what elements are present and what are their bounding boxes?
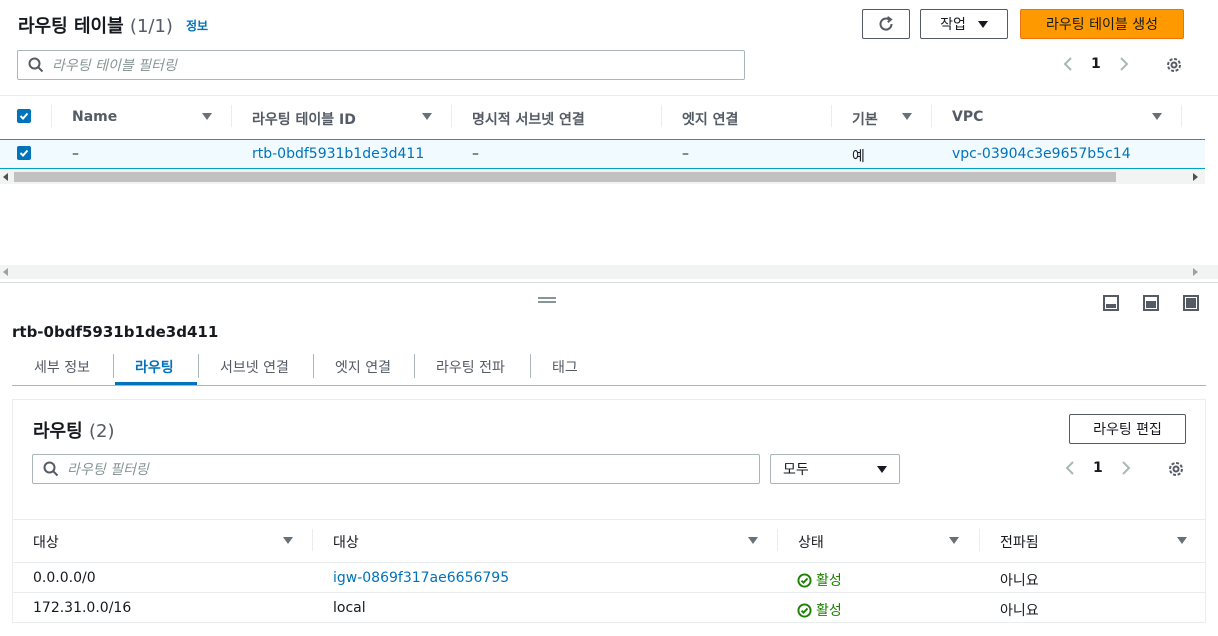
check-circle-icon — [797, 602, 812, 618]
column-header-subnet-associations[interactable]: 명시적 서브넷 연결 — [472, 109, 585, 129]
route-table-id-link[interactable]: rtb-0bdf5931b1de3d411 — [252, 146, 424, 162]
cell-destination: 0.0.0.0/0 — [33, 570, 96, 586]
column-header-edge-associations[interactable]: 엣지 연결 — [682, 109, 738, 129]
sort-icon[interactable] — [422, 113, 432, 120]
selection-count: (1/1) — [129, 16, 173, 37]
resize-handle-icon[interactable] — [538, 297, 556, 303]
column-header-target[interactable]: 대상 — [333, 532, 359, 552]
page-number[interactable]: 1 — [1091, 56, 1101, 72]
sort-icon[interactable] — [283, 537, 293, 544]
check-icon — [19, 149, 29, 157]
settings-gear-icon[interactable] — [1165, 56, 1183, 74]
column-header-propagated[interactable]: 전파됨 — [1000, 532, 1039, 552]
status-text: 활성 — [816, 603, 842, 619]
igw-link[interactable]: igw-0869f317ae6656795 — [333, 570, 509, 586]
tab-route-propagation[interactable]: 라우팅 전파 — [436, 357, 505, 377]
routes-count: (2) — [88, 421, 115, 442]
column-header-vpc[interactable]: VPC — [952, 109, 983, 125]
sort-icon[interactable] — [949, 537, 959, 544]
tab-subnet-associations[interactable]: 서브넷 연결 — [220, 357, 289, 377]
actions-button[interactable]: 작업 — [920, 9, 1008, 39]
sort-icon[interactable] — [1152, 113, 1162, 120]
route-table-filter[interactable]: 라우팅 테이블 필터링 — [17, 50, 745, 80]
page-title-text: 라우팅 테이블 — [18, 16, 124, 37]
caret-down-icon — [977, 20, 988, 28]
pagination: 1 — [1063, 56, 1129, 72]
refresh-button[interactable] — [862, 9, 910, 39]
sort-icon[interactable] — [1177, 537, 1187, 544]
column-header-destination[interactable]: 대상 — [33, 532, 59, 552]
filter-placeholder: 라우팅 테이블 필터링 — [52, 58, 177, 74]
tab-routes[interactable]: 라우팅 — [135, 357, 174, 377]
scroll-left-icon[interactable] — [3, 173, 8, 181]
cell-propagated: 아니요 — [1000, 603, 1039, 619]
status-badge: 활성 — [797, 600, 842, 620]
panel-full-icon[interactable] — [1183, 295, 1199, 311]
refresh-icon — [879, 16, 893, 31]
settings-gear-icon[interactable] — [1167, 460, 1185, 478]
tab-details[interactable]: 세부 정보 — [34, 357, 90, 377]
horizontal-scrollbar[interactable] — [0, 170, 1205, 184]
scrollbar-thumb[interactable] — [14, 172, 1116, 182]
check-icon — [19, 112, 29, 120]
page-horizontal-scrollbar[interactable] — [0, 265, 1218, 279]
chevron-left-icon[interactable] — [1063, 56, 1073, 72]
search-icon — [28, 57, 44, 73]
scroll-right-icon[interactable] — [1193, 268, 1198, 276]
tab-edge-associations[interactable]: 엣지 연결 — [335, 357, 391, 377]
status-text: 활성 — [816, 573, 842, 589]
cell-name: – — [72, 146, 79, 162]
caret-down-icon — [877, 465, 887, 473]
column-header-name[interactable]: Name — [72, 109, 117, 125]
create-route-table-button[interactable]: 라우팅 테이블 생성 — [1020, 9, 1184, 39]
check-circle-icon — [797, 572, 812, 588]
scroll-left-icon[interactable] — [3, 268, 8, 276]
column-header-main[interactable]: 기본 — [852, 109, 878, 129]
select-all-checkbox[interactable] — [17, 109, 31, 123]
cell-main: 예 — [852, 149, 865, 165]
chevron-right-icon[interactable] — [1119, 56, 1129, 72]
cell-subnet: – — [472, 146, 479, 162]
row-checkbox[interactable] — [17, 146, 31, 160]
column-header-status[interactable]: 상태 — [798, 532, 824, 552]
sort-icon[interactable] — [202, 113, 212, 120]
vpc-link[interactable]: vpc-03904c3e9657b5c14 — [952, 146, 1131, 162]
edit-routes-button[interactable]: 라우팅 편집 — [1069, 414, 1186, 444]
filter-placeholder: 라우팅 필터링 — [67, 462, 149, 478]
chevron-left-icon[interactable] — [1065, 460, 1075, 476]
routes-filter[interactable]: 라우팅 필터링 — [32, 454, 760, 484]
panel-half-icon[interactable] — [1143, 295, 1159, 311]
select-value: 모두 — [783, 462, 809, 478]
routes-title: 라우팅 (2) — [33, 417, 114, 443]
cell-propagated: 아니요 — [1000, 573, 1039, 589]
cell-destination: 172.31.0.0/16 — [33, 600, 132, 616]
page-title: 라우팅 테이블 (1/1) — [18, 12, 173, 38]
actions-label: 작업 — [940, 17, 966, 33]
cell-edge: – — [682, 146, 689, 162]
routes-pagination: 1 — [1065, 460, 1131, 476]
sort-icon[interactable] — [902, 113, 912, 120]
info-link[interactable]: 정보 — [186, 17, 208, 34]
page-number[interactable]: 1 — [1093, 460, 1103, 476]
sort-icon[interactable] — [748, 537, 758, 544]
panel-bottom-icon[interactable] — [1103, 295, 1119, 311]
detail-title: rtb-0bdf5931b1de3d411 — [12, 323, 219, 341]
column-header-route-table-id[interactable]: 라우팅 테이블 ID — [252, 109, 356, 129]
route-scope-select[interactable]: 모두 — [770, 454, 900, 484]
scroll-right-icon[interactable] — [1193, 173, 1198, 181]
tab-tags[interactable]: 태그 — [552, 357, 578, 377]
search-icon — [43, 461, 59, 477]
routes-title-text: 라우팅 — [33, 421, 83, 442]
status-badge: 활성 — [797, 570, 842, 590]
chevron-right-icon[interactable] — [1121, 460, 1131, 476]
cell-target: local — [333, 600, 366, 616]
